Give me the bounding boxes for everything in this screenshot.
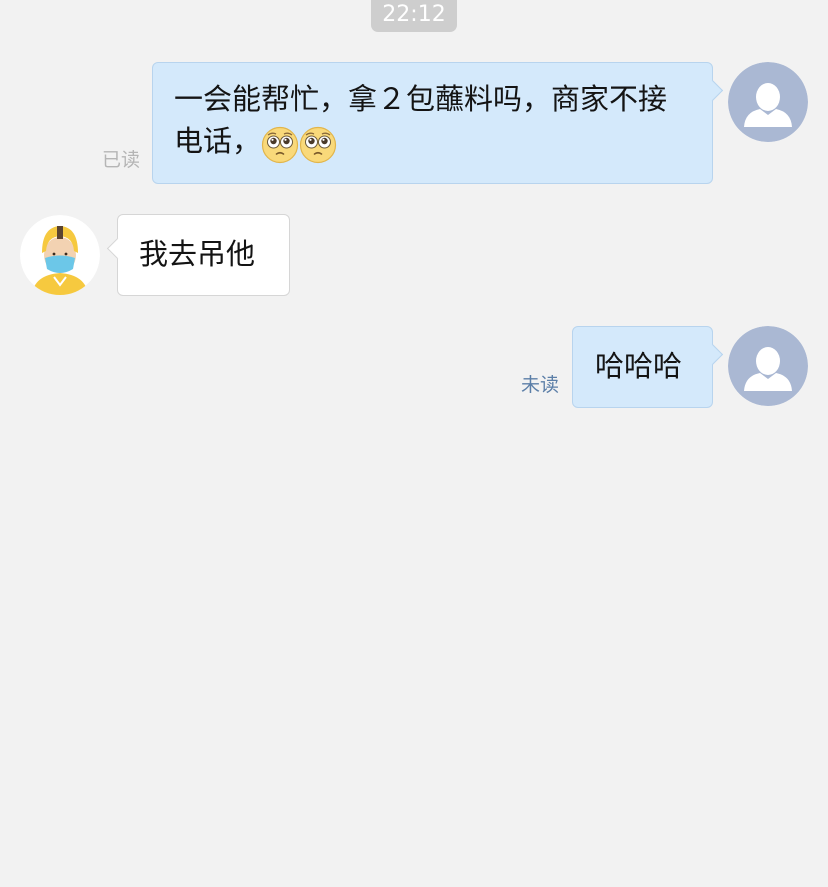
default-person-icon bbox=[728, 62, 808, 142]
pleading-face-emoji-icon bbox=[299, 126, 337, 164]
courier-avatar[interactable] bbox=[20, 215, 100, 295]
default-person-icon bbox=[728, 326, 808, 406]
message-text: 我去吊他 bbox=[139, 237, 256, 271]
unread-status: 未读 bbox=[521, 374, 560, 396]
courier-helmet-icon bbox=[20, 215, 100, 295]
message-timestamp: 22:12 bbox=[371, 0, 457, 32]
message-text: 一会能帮忙，拿２包蘸料吗，商家不接电话， bbox=[174, 82, 668, 158]
read-status: 已读 bbox=[102, 149, 141, 171]
user-avatar[interactable] bbox=[728, 62, 808, 142]
bubble-tail bbox=[701, 79, 724, 102]
outgoing-message-bubble[interactable]: 哈哈哈 bbox=[572, 326, 724, 408]
user-avatar[interactable] bbox=[728, 326, 808, 406]
pleading-face-emoji-icon bbox=[261, 126, 299, 164]
emoji-group bbox=[261, 122, 337, 164]
incoming-message-bubble[interactable]: 我去吊他 bbox=[106, 214, 290, 296]
bubble-tail bbox=[701, 343, 724, 366]
outgoing-message-bubble[interactable]: 一会能帮忙，拿２包蘸料吗，商家不接电话， bbox=[152, 62, 724, 184]
bubble-tail bbox=[106, 237, 129, 260]
message-text: 哈哈哈 bbox=[595, 349, 683, 383]
